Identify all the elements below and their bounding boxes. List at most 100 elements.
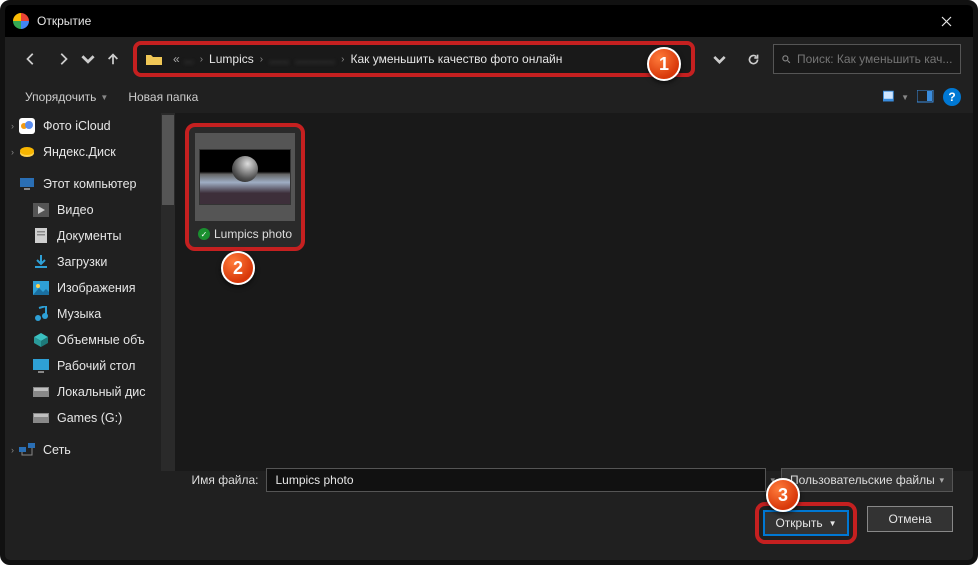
- image-preview: [199, 149, 291, 205]
- filename-input[interactable]: [266, 468, 766, 492]
- close-icon: [941, 16, 952, 27]
- address-dropdown[interactable]: [705, 45, 733, 73]
- drive-icon: [33, 384, 49, 400]
- file-list[interactable]: ✓ Lumpics photo: [175, 113, 973, 471]
- folder-icon: [145, 52, 163, 66]
- address-tail: [705, 44, 961, 74]
- search-input[interactable]: [797, 52, 952, 66]
- open-highlight: Открыть ▼: [755, 502, 857, 544]
- cancel-button[interactable]: Отмена: [867, 506, 953, 532]
- footer: Имя файла: ▾ Пользовательские файлы ▾ От…: [5, 458, 973, 560]
- scrollbar-thumb[interactable]: [162, 115, 174, 205]
- downloads-icon: [33, 254, 49, 270]
- sidebar-item-3d[interactable]: Объемные объ: [5, 327, 175, 353]
- chevron-right-icon: ›: [11, 147, 14, 157]
- icloud-icon: [19, 118, 35, 134]
- sidebar-scrollbar[interactable]: [161, 113, 175, 471]
- sidebar-item-downloads[interactable]: Загрузки: [5, 249, 175, 275]
- body: › Фото iCloud › Яндекс.Диск Этот компьют…: [5, 113, 973, 471]
- refresh-button[interactable]: [739, 45, 767, 73]
- crumb-hidden-1: ...: [184, 52, 194, 66]
- sidebar-item-games-g[interactable]: Games (G:): [5, 405, 175, 431]
- recent-dropdown[interactable]: [81, 45, 95, 73]
- chevron-down-icon: ▼: [829, 519, 837, 528]
- annotation-badge-2: 2: [221, 251, 255, 285]
- back-button[interactable]: [17, 45, 45, 73]
- close-button[interactable]: [924, 5, 969, 37]
- music-icon: [33, 306, 49, 322]
- crumb-overflow: «: [173, 52, 180, 66]
- file-thumbnail: [195, 133, 295, 221]
- help-button[interactable]: ?: [943, 88, 961, 106]
- sidebar-item-label: Фото iCloud: [43, 119, 111, 133]
- preview-pane-icon: [917, 90, 935, 104]
- search-box[interactable]: [773, 44, 961, 74]
- file-label-row: ✓ Lumpics photo: [198, 227, 292, 241]
- sidebar-item-videos[interactable]: Видео: [5, 197, 175, 223]
- chevron-right-icon: ›: [260, 54, 263, 65]
- sidebar-item-documents[interactable]: Документы: [5, 223, 175, 249]
- preview-pane-button[interactable]: [913, 84, 939, 110]
- chrome-icon: [13, 13, 29, 29]
- video-icon: [33, 202, 49, 218]
- search-icon: [782, 53, 791, 66]
- network-icon: [19, 442, 35, 458]
- up-button[interactable]: [99, 45, 127, 73]
- drive-icon: [33, 410, 49, 426]
- chevron-right-icon: ›: [200, 54, 203, 65]
- yandex-disk-icon: [19, 144, 35, 160]
- sidebar-item-label: Яндекс.Диск: [43, 145, 116, 159]
- sidebar-item-label: Объемные объ: [57, 333, 145, 347]
- sidebar-item-label: Музыка: [57, 307, 101, 321]
- sidebar-item-label: Games (G:): [57, 411, 122, 425]
- cancel-label: Отмена: [888, 512, 931, 526]
- new-folder-label: Новая папка: [128, 90, 198, 104]
- organize-menu[interactable]: Упорядочить ▼: [17, 86, 116, 108]
- sidebar-item-this-pc[interactable]: Этот компьютер: [5, 171, 175, 197]
- button-row: Открыть ▼ Отмена: [25, 502, 953, 544]
- toolbar: Упорядочить ▼ Новая папка ▼ ?: [5, 81, 973, 113]
- annotation-badge-1: 1: [647, 47, 681, 81]
- chevron-right-icon: ›: [11, 445, 14, 455]
- filename-row: Имя файла: ▾ Пользовательские файлы ▾: [25, 468, 953, 492]
- open-label: Открыть: [775, 516, 822, 530]
- arrow-right-icon: [56, 52, 70, 66]
- titlebar: Открытие: [5, 5, 973, 37]
- sidebar-item-label: Сеть: [43, 443, 71, 457]
- new-folder-button[interactable]: Новая папка: [120, 86, 206, 108]
- sidebar-item-music[interactable]: Музыка: [5, 301, 175, 327]
- desktop-icon: [33, 358, 49, 374]
- sidebar-item-yandex[interactable]: › Яндекс.Диск: [5, 139, 175, 165]
- address-bar[interactable]: « ... › Lumpics › ...... ............ › …: [133, 41, 695, 77]
- crumb-current[interactable]: Как уменьшить качество фото онлайн: [350, 52, 562, 66]
- crumb-hidden-3: ............: [295, 52, 335, 66]
- pictures-icon: [33, 280, 49, 296]
- chevron-down-icon: ▾: [939, 475, 944, 486]
- open-button[interactable]: Открыть ▼: [763, 510, 849, 536]
- nav-row: « ... › Lumpics › ...... ............ › …: [5, 37, 973, 81]
- filter-label: Пользовательские файлы: [790, 473, 935, 487]
- chevron-right-icon: ›: [341, 54, 344, 65]
- help-icon: ?: [948, 90, 955, 104]
- file-type-filter[interactable]: Пользовательские файлы ▾: [781, 468, 953, 492]
- this-pc-icon: [19, 176, 35, 192]
- documents-icon: [33, 228, 49, 244]
- crumb-lumpics[interactable]: Lumpics: [209, 52, 254, 66]
- sidebar-item-desktop[interactable]: Рабочий стол: [5, 353, 175, 379]
- sidebar-item-label: Рабочий стол: [57, 359, 135, 373]
- annotation-badge-3: 3: [766, 478, 800, 512]
- file-name: Lumpics photo: [214, 227, 292, 241]
- sidebar-item-local-disk[interactable]: Локальный дис: [5, 379, 175, 405]
- sidebar-item-icloud[interactable]: › Фото iCloud: [5, 113, 175, 139]
- open-dialog: Открытие « ... › Lumpics › ...... ......…: [0, 0, 978, 565]
- view-mode-button[interactable]: ▼: [883, 84, 909, 110]
- forward-button[interactable]: [49, 45, 77, 73]
- sidebar-item-pictures[interactable]: Изображения: [5, 275, 175, 301]
- file-item-lumpics-photo[interactable]: ✓ Lumpics photo: [185, 123, 305, 251]
- crumb-hidden-2: ......: [269, 52, 289, 66]
- sync-ok-icon: ✓: [198, 228, 210, 240]
- window-title: Открытие: [37, 14, 91, 28]
- chevron-down-icon: ▼: [901, 93, 909, 102]
- refresh-icon: [747, 53, 760, 66]
- chevron-down-icon: [81, 52, 95, 66]
